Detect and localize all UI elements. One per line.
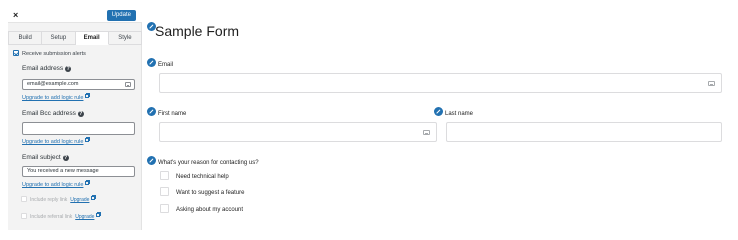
email-subject-value: You received a new message <box>27 168 99 174</box>
edit-pencil-icon[interactable] <box>147 107 156 116</box>
email-bcc-label: Email Bcc address <box>22 110 76 117</box>
option-checkbox[interactable] <box>160 204 169 213</box>
include-reply-link-checkbox <box>21 196 27 202</box>
reason-label-row: What's your reason for contacting us? <box>147 156 259 168</box>
tab-setup[interactable]: Setup <box>42 31 76 45</box>
first-name-label-row: First name <box>147 107 186 119</box>
receive-alerts-checkbox[interactable] <box>13 50 19 56</box>
option-label: Need technical help <box>176 174 229 180</box>
tab-style[interactable]: Style <box>108 31 142 45</box>
email-subject-label-row: Email subject? <box>22 153 69 162</box>
help-icon[interactable]: ? <box>62 155 69 161</box>
include-reply-link-upgrade[interactable]: Upgrade <box>70 197 89 203</box>
email-subject-logic-link[interactable]: Upgrade to add logic rule <box>22 180 91 189</box>
sidebar-topbar: × Update <box>8 8 142 23</box>
field-selector-icon <box>708 81 715 86</box>
field-selector-icon[interactable] <box>125 82 131 87</box>
edit-pencil-icon[interactable] <box>147 156 156 165</box>
include-reply-link-label: Include reply link <box>30 197 68 203</box>
update-button[interactable]: Update <box>106 10 136 21</box>
form-preview: Sample Form Email First name Last name W… <box>142 8 730 230</box>
last-name-label-row: Last name <box>434 107 473 119</box>
last-name-field[interactable] <box>446 122 722 142</box>
include-reply-link-option: Include reply link Upgrade <box>21 195 97 204</box>
email-field[interactable] <box>159 73 722 93</box>
receive-alerts-option[interactable]: Receive submission alerts <box>13 50 86 58</box>
edit-pencil-icon[interactable] <box>147 22 156 31</box>
list-item[interactable]: Want to suggest a feature <box>160 187 244 198</box>
option-label: Want to suggest a feature <box>176 190 245 196</box>
first-name-label: First name <box>158 111 187 117</box>
include-referral-link-label: Include referral link <box>30 214 73 220</box>
receive-alerts-label: Receive submission alerts <box>22 51 86 57</box>
email-address-label-row: Email address? <box>22 64 72 73</box>
tab-email[interactable]: Email <box>75 31 109 45</box>
include-referral-link-option: Include referral link Upgrade <box>21 212 102 221</box>
help-icon[interactable]: ? <box>65 66 72 72</box>
email-field-label: Email <box>158 62 174 68</box>
email-bcc-input[interactable] <box>22 122 135 135</box>
edit-pencil-icon[interactable] <box>147 58 156 67</box>
email-settings-sidebar: × Update Build Setup Email Style Receive… <box>8 8 142 230</box>
list-item[interactable]: Need technical help <box>160 171 229 182</box>
external-link-icon <box>85 93 91 98</box>
field-selector-icon <box>423 130 430 135</box>
external-link-icon <box>85 180 91 185</box>
logic-link-text: Upgrade to add logic rule <box>22 139 84 145</box>
email-subject-label: Email subject <box>22 154 61 161</box>
logic-link-text: Upgrade to add logic rule <box>22 95 84 101</box>
first-name-field[interactable] <box>159 122 437 142</box>
help-icon[interactable]: ? <box>77 111 84 117</box>
logic-link-text: Upgrade to add logic rule <box>22 182 84 188</box>
form-title-text: Sample Form <box>155 23 240 39</box>
last-name-label: Last name <box>445 111 474 117</box>
close-icon[interactable]: × <box>13 10 18 20</box>
form-title[interactable]: Sample Form <box>147 22 240 40</box>
option-checkbox[interactable] <box>160 171 169 180</box>
external-link-icon <box>85 137 91 142</box>
email-address-input[interactable]: email@example.com <box>22 79 135 90</box>
include-referral-link-upgrade[interactable]: Upgrade <box>75 214 94 220</box>
reason-label: What's your reason for contacting us? <box>158 160 259 166</box>
include-referral-link-checkbox <box>21 213 27 219</box>
email-subject-input[interactable]: You received a new message <box>22 166 135 177</box>
email-address-logic-link[interactable]: Upgrade to add logic rule <box>22 93 91 102</box>
settings-tabs: Build Setup Email Style <box>8 31 142 45</box>
email-address-label: Email address <box>22 65 64 72</box>
external-link-icon <box>96 212 102 217</box>
email-address-value: email@example.com <box>27 81 79 87</box>
edit-pencil-icon[interactable] <box>434 107 443 116</box>
email-field-label-row: Email <box>147 58 173 70</box>
option-checkbox[interactable] <box>160 187 169 196</box>
email-bcc-logic-link[interactable]: Upgrade to add logic rule <box>22 137 91 146</box>
tab-build[interactable]: Build <box>8 31 43 45</box>
external-link-icon <box>91 195 97 200</box>
email-bcc-label-row: Email Bcc address? <box>22 109 84 118</box>
list-item[interactable]: Asking about my account <box>160 204 243 215</box>
option-label: Asking about my account <box>176 207 244 213</box>
